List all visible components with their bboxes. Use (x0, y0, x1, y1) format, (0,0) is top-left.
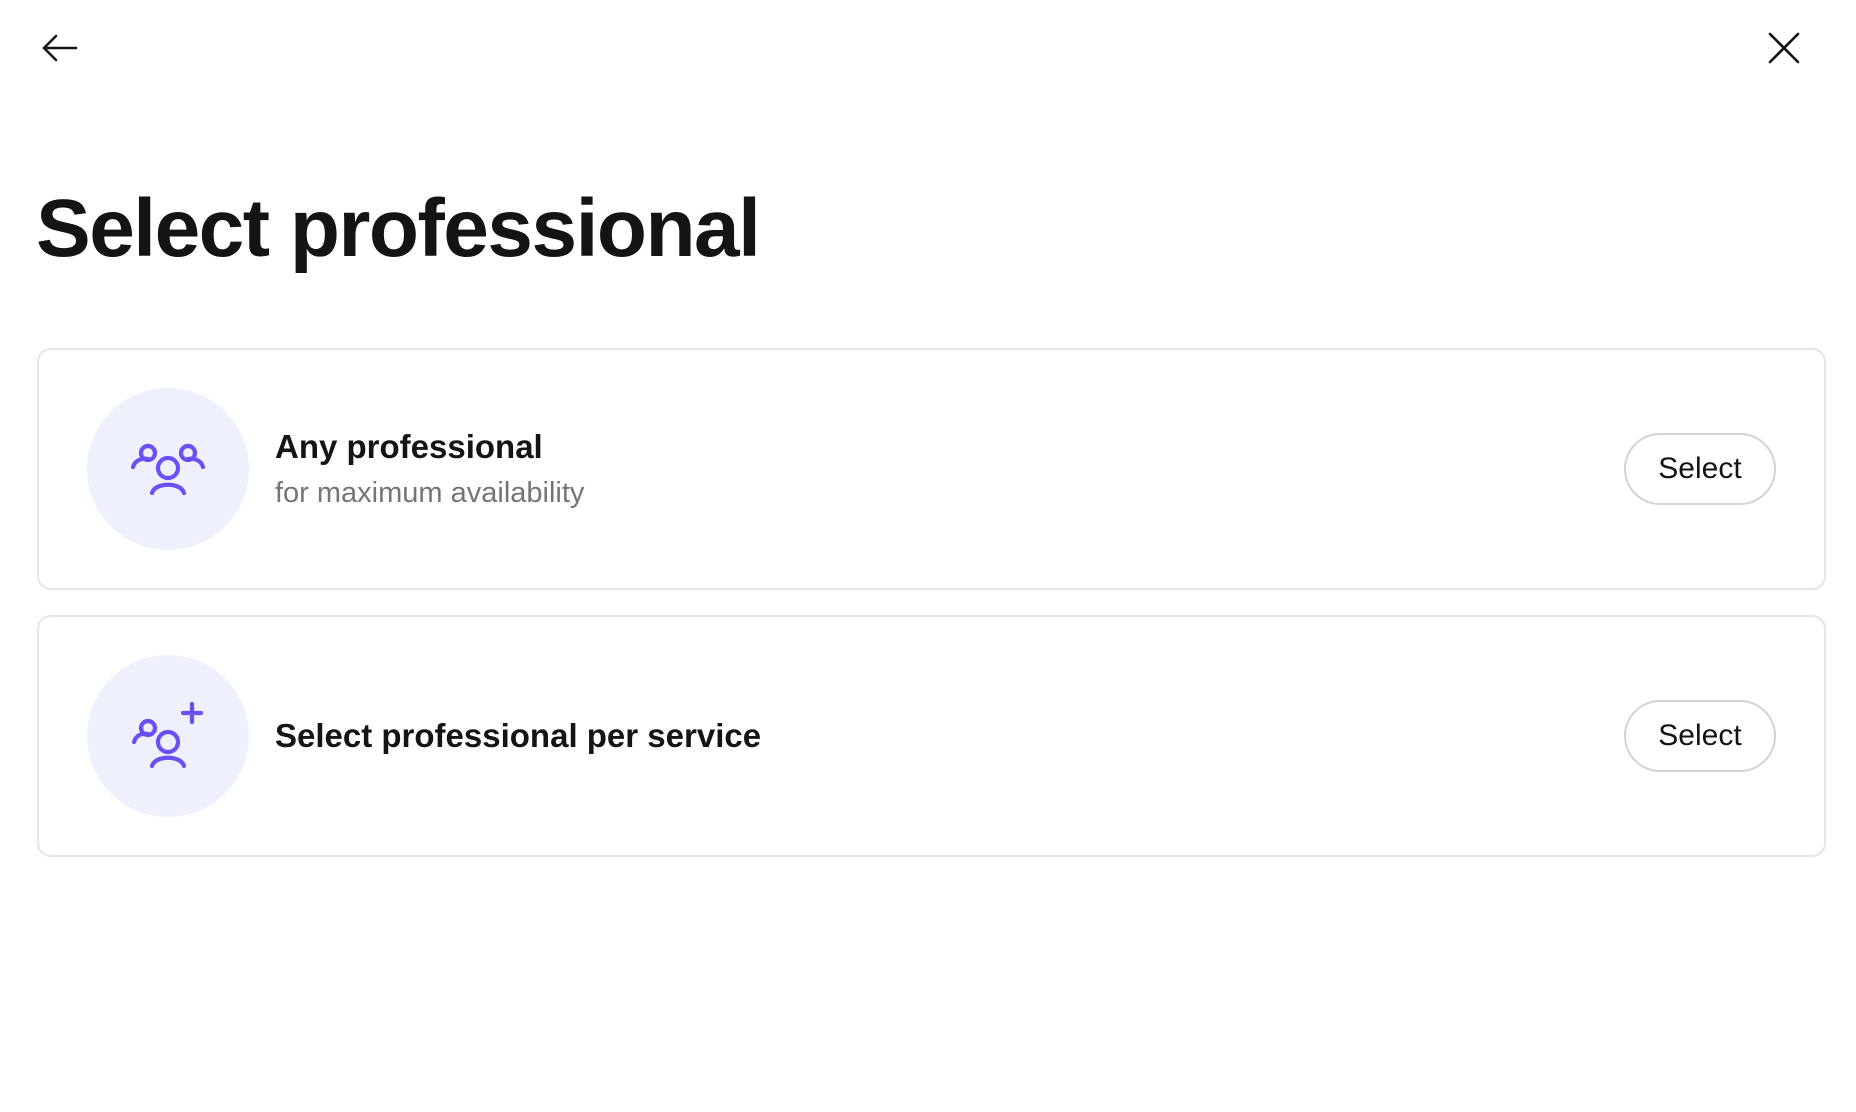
close-icon (1768, 32, 1800, 64)
page-title: Select professional (36, 183, 761, 274)
avatar (87, 655, 249, 817)
arrow-left-icon (42, 34, 78, 62)
back-button[interactable] (36, 24, 84, 72)
group-people-icon (130, 443, 206, 496)
option-title: Any professional (275, 427, 543, 465)
close-button[interactable] (1760, 24, 1808, 72)
option-card-professional-per-service[interactable]: Select professional per service Select (37, 615, 1826, 857)
people-add-icon (131, 701, 204, 769)
option-card-any-professional[interactable]: Any professional for maximum availabilit… (37, 348, 1826, 590)
select-any-professional-button[interactable]: Select (1624, 433, 1776, 505)
option-title: Select professional per service (275, 716, 762, 754)
select-per-service-button[interactable]: Select (1624, 700, 1776, 772)
avatar (87, 388, 249, 550)
option-list: Any professional for maximum availabilit… (37, 348, 1826, 882)
option-subtitle: for maximum availability (275, 476, 585, 509)
option-text: Any professional for maximum availabilit… (275, 426, 1624, 513)
option-text: Select professional per service (275, 715, 1624, 758)
